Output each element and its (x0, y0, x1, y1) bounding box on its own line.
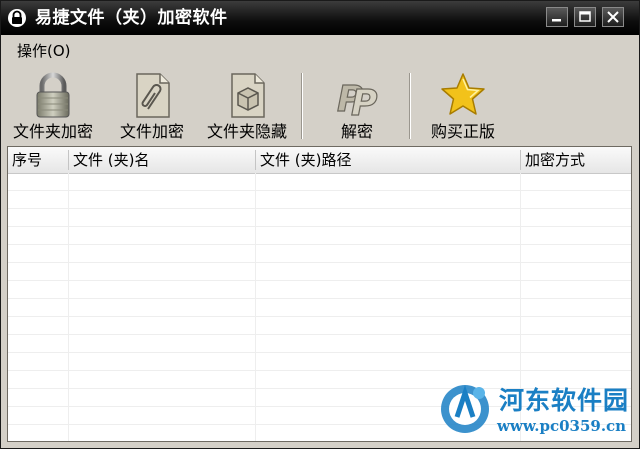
folder-hide-button[interactable]: 文件夹隐藏 (201, 69, 293, 145)
minimize-button[interactable] (546, 7, 568, 27)
menu-operate[interactable]: 操作(O) (17, 41, 71, 61)
watermark-url: www.pc0359.cn (497, 417, 627, 435)
watermark-logo-icon (441, 385, 489, 433)
svg-text:P: P (351, 83, 377, 119)
list-header: 序号 文件 (夹)名 文件 (夹)路径 加密方式 (8, 147, 631, 174)
empty-row (8, 299, 631, 317)
empty-row (8, 353, 631, 371)
folder-encrypt-label: 文件夹加密 (12, 122, 93, 141)
buy-license-button[interactable]: 购买正版 (423, 69, 503, 145)
empty-row (8, 227, 631, 245)
file-encrypt-button[interactable]: 文件加密 (111, 69, 193, 145)
app-lock-icon (7, 8, 27, 28)
window-title: 易捷文件（夹）加密软件 (35, 8, 228, 28)
empty-row (8, 209, 631, 227)
empty-row (8, 191, 631, 209)
decrypt-label: 解密 (340, 122, 373, 141)
column-header-index[interactable]: 序号 (8, 147, 68, 173)
column-header-name[interactable]: 文件 (夹)名 (69, 147, 255, 173)
pp-logo-icon: P P (333, 71, 381, 124)
column-header-path[interactable]: 文件 (夹)路径 (256, 147, 520, 173)
empty-row (8, 173, 631, 191)
toolbar: 文件夹加密 文件加密 文件夹隐藏 P P 解密 购买正版 (3, 65, 637, 145)
title-bar[interactable]: 易捷文件（夹）加密软件 (1, 1, 639, 35)
buy-license-label: 购买正版 (430, 122, 495, 141)
toolbar-separator (301, 73, 303, 139)
star-icon (439, 71, 487, 119)
minimize-icon (552, 19, 561, 22)
maximize-button[interactable] (574, 7, 596, 27)
watermark: 河东软件园 www.pc0359.cn (435, 379, 639, 439)
close-button[interactable] (602, 7, 624, 27)
toolbar-separator (409, 73, 411, 139)
paperclip-document-icon (128, 71, 176, 119)
empty-row (8, 245, 631, 263)
folder-hide-label: 文件夹隐藏 (206, 122, 287, 141)
padlock-icon (29, 71, 77, 119)
menu-bar: 操作(O) (3, 37, 637, 65)
empty-row (8, 281, 631, 299)
watermark-name: 河东软件园 (499, 386, 630, 415)
empty-row (8, 335, 631, 353)
empty-row (8, 263, 631, 281)
app-window: 易捷文件（夹）加密软件 操作(O) 文件夹加密 文件加密 文件夹隐藏 P P 解… (0, 0, 640, 449)
folder-encrypt-button[interactable]: 文件夹加密 (7, 69, 99, 145)
decrypt-button[interactable]: P P 解密 (319, 69, 395, 145)
grid-column-line (68, 173, 69, 441)
grid-column-line (255, 173, 256, 441)
maximize-icon (579, 11, 591, 22)
file-encrypt-label: 文件加密 (119, 122, 184, 141)
box-document-icon (223, 71, 271, 119)
column-header-method[interactable]: 加密方式 (521, 147, 631, 173)
close-icon (607, 11, 619, 23)
empty-row (8, 317, 631, 335)
